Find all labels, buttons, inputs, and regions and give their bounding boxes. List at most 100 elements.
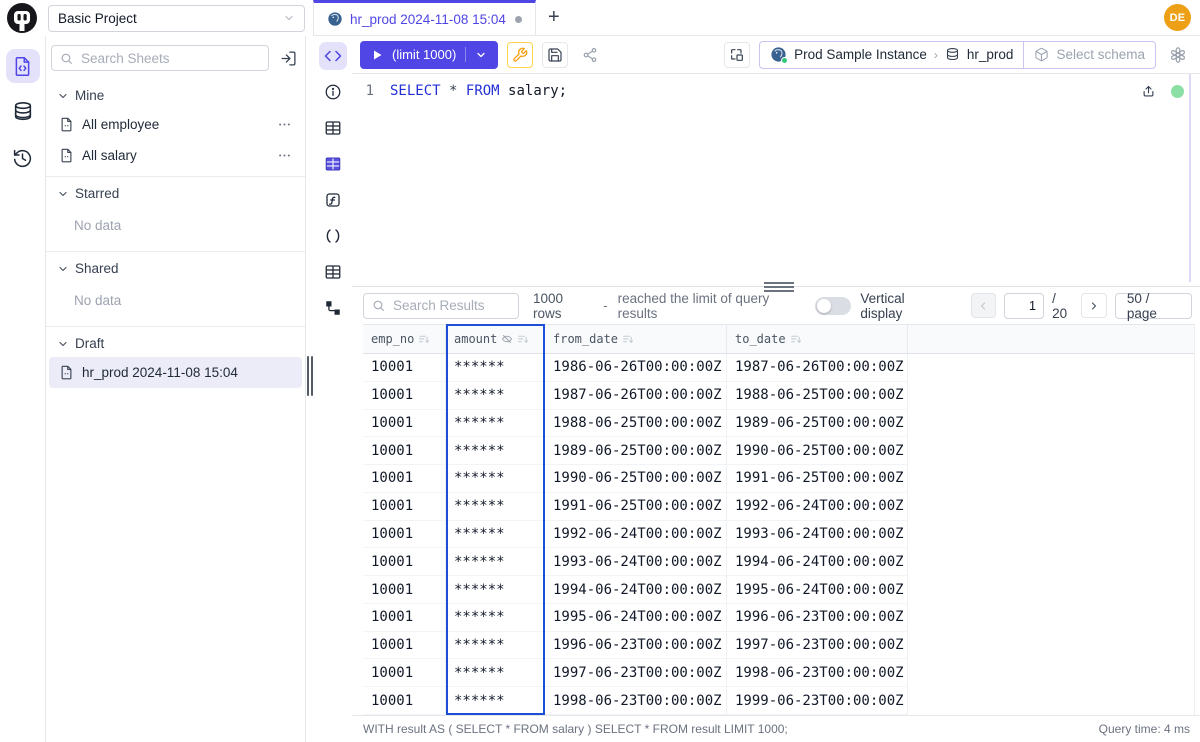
table-cell[interactable]: 1990-06-25T00:00:00Z bbox=[545, 465, 727, 493]
column-header-emp-no[interactable]: emp_no bbox=[363, 325, 446, 353]
table-cell[interactable]: 10001 bbox=[363, 604, 446, 632]
table-cell[interactable]: 10001 bbox=[363, 493, 446, 521]
new-tab-button[interactable]: + bbox=[536, 0, 572, 35]
panel-resize-handle[interactable] bbox=[764, 282, 794, 292]
table-cell[interactable]: 10001 bbox=[363, 382, 446, 410]
table-cell[interactable]: ****** bbox=[446, 410, 545, 438]
format-sql-button[interactable] bbox=[507, 42, 533, 68]
strip-procedures-button[interactable] bbox=[319, 222, 347, 250]
table-cell[interactable]: 1996-06-23T00:00:00Z bbox=[545, 632, 727, 660]
strip-schema-diagram-button[interactable] bbox=[319, 150, 347, 178]
table-row[interactable]: 10001******1995-06-24T00:00:00Z1996-06-2… bbox=[363, 604, 1194, 632]
table-cell[interactable]: 1995-06-24T00:00:00Z bbox=[727, 576, 908, 604]
table-cell[interactable]: 10001 bbox=[363, 548, 446, 576]
table-cell[interactable]: ****** bbox=[446, 354, 545, 382]
table-cell[interactable]: 10001 bbox=[363, 465, 446, 493]
table-cell[interactable]: ****** bbox=[446, 604, 545, 632]
table-cell[interactable]: 1992-06-24T00:00:00Z bbox=[545, 521, 727, 549]
code-line[interactable]: SELECT * FROM salary; bbox=[390, 83, 567, 286]
table-cell[interactable]: 1991-06-25T00:00:00Z bbox=[727, 465, 908, 493]
table-row[interactable]: 10001******1987-06-26T00:00:00Z1988-06-2… bbox=[363, 382, 1194, 410]
table-cell[interactable]: 1999-06-23T00:00:00Z bbox=[727, 687, 908, 715]
column-header-from-date[interactable]: from_date bbox=[545, 325, 727, 353]
ai-assistant-button[interactable] bbox=[1165, 42, 1191, 68]
run-query-button[interactable]: (limit 1000) bbox=[360, 41, 498, 69]
sheet-search-box[interactable] bbox=[51, 45, 269, 71]
section-draft[interactable]: Draft bbox=[46, 327, 305, 357]
table-cell[interactable]: 10001 bbox=[363, 659, 446, 687]
table-cell[interactable]: 1996-06-23T00:00:00Z bbox=[727, 604, 908, 632]
table-cell[interactable]: 1992-06-24T00:00:00Z bbox=[727, 493, 908, 521]
strip-info-button[interactable] bbox=[319, 78, 347, 106]
batch-query-button[interactable] bbox=[724, 42, 750, 68]
table-cell[interactable]: ****** bbox=[446, 548, 545, 576]
vertical-display-toggle[interactable] bbox=[815, 297, 851, 315]
results-search-input[interactable] bbox=[391, 297, 510, 314]
next-page-button[interactable] bbox=[1081, 293, 1107, 318]
table-cell[interactable]: 10001 bbox=[363, 410, 446, 438]
table-cell[interactable]: ****** bbox=[446, 659, 545, 687]
table-row[interactable]: 10001******1997-06-23T00:00:00Z1998-06-2… bbox=[363, 659, 1194, 687]
section-starred[interactable]: Starred bbox=[46, 177, 305, 207]
column-header-amount[interactable]: amount bbox=[446, 325, 545, 353]
table-row[interactable]: 10001******1992-06-24T00:00:00Z1993-06-2… bbox=[363, 521, 1194, 549]
table-row[interactable]: 10001******1988-06-25T00:00:00Z1989-06-2… bbox=[363, 410, 1194, 438]
page-number-input[interactable] bbox=[1004, 293, 1044, 319]
table-cell[interactable]: ****** bbox=[446, 521, 545, 549]
table-row[interactable]: 10001******1989-06-25T00:00:00Z1990-06-2… bbox=[363, 437, 1194, 465]
strip-er-diagram-button[interactable] bbox=[319, 294, 347, 322]
table-row[interactable]: 10001******1998-06-23T00:00:00Z1999-06-2… bbox=[363, 687, 1194, 715]
rail-history-button[interactable] bbox=[6, 141, 40, 175]
table-row[interactable]: 10001******1986-06-26T00:00:00Z1987-06-2… bbox=[363, 354, 1194, 382]
table-cell[interactable]: 1995-06-24T00:00:00Z bbox=[545, 604, 727, 632]
table-cell[interactable]: 1998-06-23T00:00:00Z bbox=[545, 687, 727, 715]
sheet-item-draft-hr-prod[interactable]: hr_prod 2024-11-08 15:04 bbox=[49, 357, 302, 388]
strip-tables-button[interactable] bbox=[319, 114, 347, 142]
table-cell[interactable]: 1994-06-24T00:00:00Z bbox=[727, 548, 908, 576]
sidebar-resize-handle[interactable] bbox=[307, 356, 313, 396]
table-cell[interactable]: 10001 bbox=[363, 576, 446, 604]
results-search-box[interactable] bbox=[363, 293, 519, 319]
table-cell[interactable]: 1990-06-25T00:00:00Z bbox=[727, 437, 908, 465]
table-cell[interactable]: 1989-06-25T00:00:00Z bbox=[545, 437, 727, 465]
schema-selector[interactable]: Select schema bbox=[1023, 42, 1155, 68]
table-cell[interactable]: 10001 bbox=[363, 687, 446, 715]
table-cell[interactable]: ****** bbox=[446, 687, 545, 715]
table-cell[interactable]: 1994-06-24T00:00:00Z bbox=[545, 576, 727, 604]
table-row[interactable]: 10001******1991-06-25T00:00:00Z1992-06-2… bbox=[363, 493, 1194, 521]
table-cell[interactable]: 1998-06-23T00:00:00Z bbox=[727, 659, 908, 687]
more-icon[interactable] bbox=[277, 148, 292, 163]
table-cell[interactable]: ****** bbox=[446, 382, 545, 410]
sql-editor[interactable]: 1 SELECT * FROM salary; bbox=[352, 74, 1200, 286]
table-cell[interactable]: 1987-06-26T00:00:00Z bbox=[727, 354, 908, 382]
strip-external-tables-button[interactable] bbox=[319, 258, 347, 286]
instance-database-selector[interactable]: Prod Sample Instance › hr_prod bbox=[760, 42, 1023, 68]
table-cell[interactable]: 10001 bbox=[363, 354, 446, 382]
table-row[interactable]: 10001******1996-06-23T00:00:00Z1997-06-2… bbox=[363, 632, 1194, 660]
table-cell[interactable]: 1987-06-26T00:00:00Z bbox=[545, 382, 727, 410]
strip-functions-button[interactable] bbox=[319, 186, 347, 214]
table-row[interactable]: 10001******1993-06-24T00:00:00Z1994-06-2… bbox=[363, 548, 1194, 576]
table-row[interactable]: 10001******1990-06-25T00:00:00Z1991-06-2… bbox=[363, 465, 1194, 493]
more-icon[interactable] bbox=[277, 117, 292, 132]
table-cell[interactable]: 1986-06-26T00:00:00Z bbox=[545, 354, 727, 382]
table-cell[interactable]: ****** bbox=[446, 632, 545, 660]
table-row[interactable]: 10001******1994-06-24T00:00:00Z1995-06-2… bbox=[363, 576, 1194, 604]
tab-hr-prod[interactable]: hr_prod 2024-11-08 15:04 bbox=[313, 0, 536, 35]
sheet-item-all-employee[interactable]: All employee bbox=[49, 109, 302, 140]
sheet-search-input[interactable] bbox=[79, 50, 260, 67]
bytebase-logo-icon[interactable] bbox=[5, 2, 39, 36]
table-cell[interactable]: 10001 bbox=[363, 521, 446, 549]
table-cell[interactable]: ****** bbox=[446, 576, 545, 604]
table-cell[interactable]: ****** bbox=[446, 465, 545, 493]
column-header-to-date[interactable]: to_date bbox=[727, 325, 908, 353]
user-avatar[interactable]: DE bbox=[1164, 4, 1191, 31]
table-cell[interactable]: ****** bbox=[446, 437, 545, 465]
rail-worksheets-button[interactable] bbox=[6, 49, 40, 83]
strip-code-button[interactable] bbox=[319, 42, 347, 70]
table-cell[interactable]: 1993-06-24T00:00:00Z bbox=[727, 521, 908, 549]
table-cell[interactable]: 10001 bbox=[363, 632, 446, 660]
table-cell[interactable]: 1997-06-23T00:00:00Z bbox=[545, 659, 727, 687]
table-cell[interactable]: ****** bbox=[446, 493, 545, 521]
share-sheet-button[interactable] bbox=[577, 42, 603, 68]
